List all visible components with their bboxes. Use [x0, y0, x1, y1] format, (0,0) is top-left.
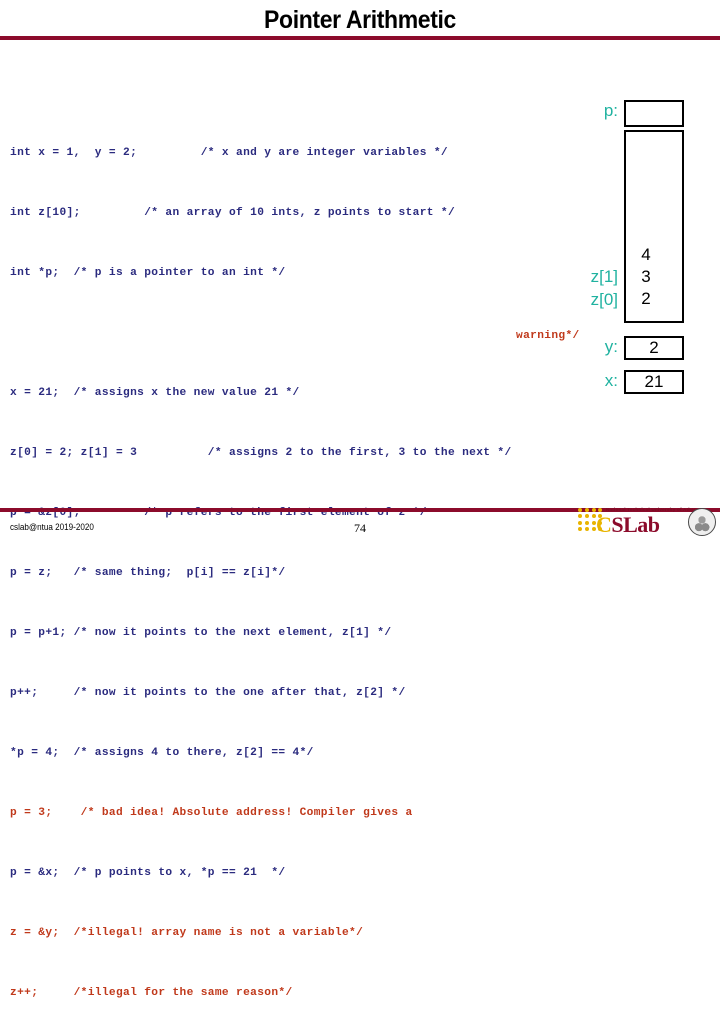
code-line-illegal-array-assign: z = &y; /*illegal! array name is not a v… [10, 927, 364, 939]
title-divider [0, 36, 720, 40]
code-line-illegal-increment: z++; /*illegal for the same reason*/ [10, 987, 293, 999]
code-line: z[0] = 2; z[1] = 3 /* assigns 2 to the f… [10, 447, 512, 459]
logo-wordmark: CSLab [596, 512, 660, 538]
code-line: p++; /* now it points to the one after t… [10, 687, 406, 699]
variable-x-value: 21 [644, 372, 664, 391]
university-seal-icon [688, 508, 716, 536]
code-line: p = &x; /* p points to x, *p == 21 */ [10, 867, 286, 879]
code-line: p = p+1; /* now it points to the next el… [10, 627, 392, 639]
code-line: x = 21; /* assigns x the new value 21 */ [10, 387, 300, 399]
pointer-p-label: p: [603, 101, 618, 120]
variable-x-label: x: [604, 371, 618, 390]
code-line: *p = 4; /* assigns 4 to there, z[2] == 4… [10, 747, 314, 759]
pointer-p-box [624, 100, 684, 127]
code-line-bad-address: p = 3; /* bad idea! Absolute address! Co… [10, 807, 413, 819]
code-line: int x = 1, y = 2; /* x and y are integer… [10, 147, 448, 159]
array-index-z0-label: z[0] [590, 290, 618, 309]
logo-wordmark-c: C [596, 512, 612, 537]
variable-y-label: y: [604, 337, 618, 356]
code-line: int z[10]; /* an array of 10 ints, z poi… [10, 207, 456, 219]
code-line: int *p; /* p is a pointer to an int */ [10, 267, 286, 279]
variable-y-value: 2 [649, 338, 659, 357]
code-line: p = &z[0]; /* p refers to the first elem… [10, 507, 427, 519]
cslab-logo: National Technical University of Athens … [578, 506, 718, 538]
logo-wordmark-rest: SLab [611, 512, 660, 537]
array-cell-value: 4 [641, 245, 651, 264]
page-title: Pointer Arithmetic [264, 6, 456, 34]
array-index-z1-label: z[1] [590, 267, 618, 286]
array-cell-value: 2 [641, 289, 651, 308]
code-listing: int x = 1, y = 2; /* x and y are integer… [10, 103, 610, 1023]
array-cell-value: 3 [641, 267, 651, 286]
code-line: p = z; /* same thing; p[i] == z[i]*/ [10, 567, 286, 579]
